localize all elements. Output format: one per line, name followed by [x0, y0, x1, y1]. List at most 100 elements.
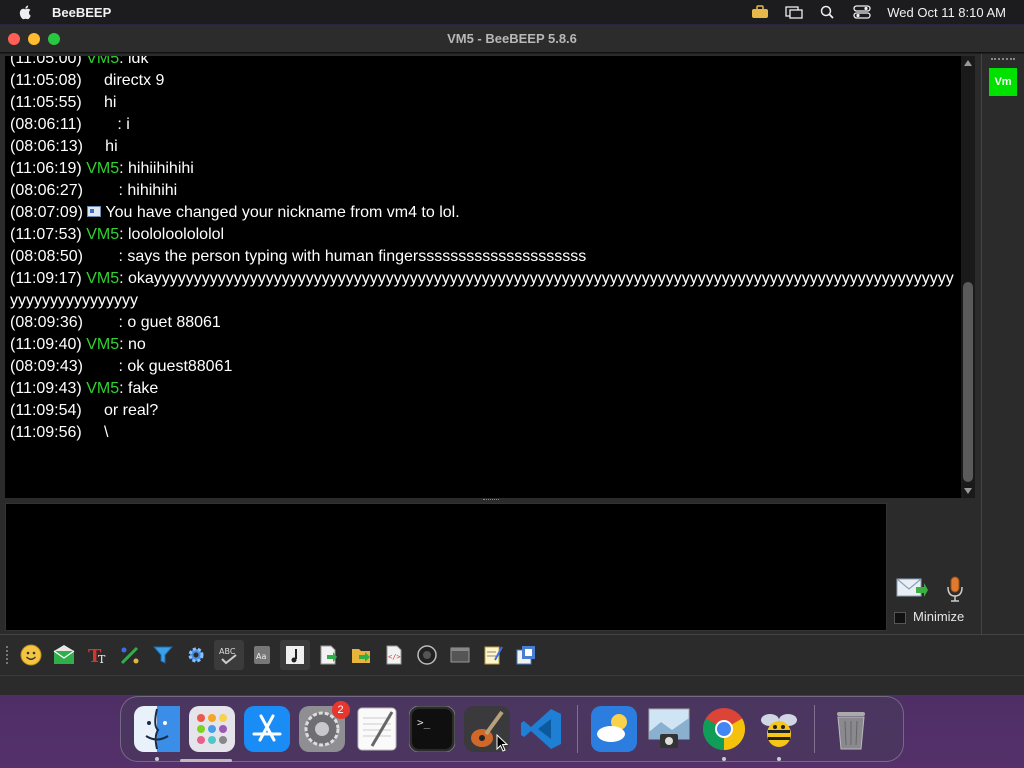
chat-scrollbar[interactable]: [961, 56, 975, 498]
window-content: (11:05:00) VM5: idk (11:05:08) directx 9(…: [0, 54, 1024, 695]
message-timestamp: (08:09:36): [10, 314, 83, 331]
dictionary-icon[interactable]: Aa: [247, 640, 277, 670]
running-indicator: [721, 757, 726, 761]
send-message-icon[interactable]: [896, 577, 928, 599]
message-text: : okayyyyyyyyyyyyyyyyyyyyyyyyyyyyyyyyyyy…: [10, 270, 954, 309]
system-settings-icon[interactable]: 2: [298, 701, 350, 752]
music-icon[interactable]: [280, 640, 310, 670]
message-timestamp: (11:09:40): [10, 336, 82, 353]
chat-message: (08:06:11) : i: [10, 114, 961, 136]
message-timestamp: (08:07:09): [10, 204, 83, 221]
app-store-icon[interactable]: [243, 706, 290, 752]
finder-icon[interactable]: [133, 706, 180, 761]
window-controls: [8, 33, 60, 45]
message-text: : o guet 88061: [87, 314, 221, 331]
message-timestamp: (11:05:00): [10, 56, 82, 67]
running-indicator: [776, 757, 781, 761]
font-icon[interactable]: TT: [82, 640, 112, 670]
message-text: : ok guest88061: [87, 358, 233, 375]
message-text: : loololoolololol: [119, 226, 225, 243]
running-indicator: [154, 757, 159, 761]
panel-grip-icon[interactable]: [991, 58, 1015, 61]
scroll-thumb[interactable]: [963, 282, 973, 482]
chat-message: (08:09:43) : ok guest88061: [10, 356, 961, 378]
message-input[interactable]: [5, 503, 887, 631]
chrome-icon[interactable]: [701, 706, 747, 761]
apple-icon[interactable]: [18, 4, 34, 20]
menubar-clock[interactable]: Wed Oct 11 8:10 AM: [887, 5, 1006, 20]
spellcheck-icon[interactable]: ABC: [214, 640, 244, 670]
message-text: \: [86, 424, 109, 441]
message-nickname[interactable]: VM5: [86, 56, 119, 67]
window-title: VM5 - BeeBEEP 5.8.6: [447, 31, 577, 46]
html-icon[interactable]: </>: [379, 640, 409, 670]
window-icon[interactable]: [445, 640, 475, 670]
message-text: : fake: [119, 380, 159, 397]
share-icon[interactable]: [511, 640, 541, 670]
message-timestamp: (11:09:43): [10, 380, 82, 397]
message-nickname[interactable]: VM5: [86, 226, 119, 243]
filter-icon[interactable]: [148, 640, 178, 670]
trash-icon[interactable]: [828, 706, 874, 752]
close-window-button[interactable]: [8, 33, 20, 45]
user-avatar-vm5[interactable]: Vm: [989, 68, 1017, 96]
color-icon[interactable]: [115, 640, 145, 670]
vscode-icon[interactable]: [519, 706, 565, 752]
control-center-icon[interactable]: [853, 5, 871, 19]
message-timestamp: (08:06:11): [10, 116, 82, 133]
svg-text:>_: >_: [417, 716, 431, 729]
textedit-icon[interactable]: [354, 706, 400, 752]
zoom-window-button[interactable]: [48, 33, 60, 45]
weather-icon[interactable]: [590, 706, 637, 752]
title-bar[interactable]: VM5 - BeeBEEP 5.8.6: [0, 25, 1024, 53]
message-nickname[interactable]: VM5: [86, 380, 119, 397]
message-nickname[interactable]: VM5: [86, 160, 119, 177]
preview-icon[interactable]: [646, 706, 692, 752]
status-bar: [0, 675, 1024, 695]
message-timestamp: (11:05:08): [10, 72, 82, 89]
notification-badge: 2: [331, 701, 350, 719]
message-text: : idk: [119, 56, 149, 67]
minimize-window-button[interactable]: [28, 33, 40, 45]
chat-message: (11:09:56) \: [10, 422, 961, 444]
screen-mirroring-icon[interactable]: [785, 5, 803, 19]
launchpad-icon[interactable]: [188, 706, 235, 752]
chat-message: (11:09:40) VM5: no: [10, 334, 961, 356]
chat-log[interactable]: (11:05:00) VM5: idk (11:05:08) directx 9(…: [5, 56, 961, 498]
emoticon-icon[interactable]: [16, 640, 46, 670]
message-text: : no: [119, 336, 146, 353]
settings-icon[interactable]: [181, 640, 211, 670]
chat-message: (11:07:53) VM5: loololoolololol: [10, 224, 961, 246]
beebeep-icon[interactable]: [756, 706, 802, 761]
chat-message: (11:05:00) VM5: idk: [10, 56, 961, 70]
message-timestamp: (08:06:13): [10, 138, 83, 155]
message-nickname[interactable]: VM5: [86, 336, 119, 353]
mail-icon[interactable]: [49, 640, 79, 670]
chat-message: (08:09:36) : o guet 88061: [10, 312, 961, 334]
chat-message: (11:06:19) VM5: hihiihihihi: [10, 158, 961, 180]
svg-text:</>: </>: [388, 653, 401, 661]
system-message-icon: [87, 206, 102, 217]
svg-text:ABC: ABC: [219, 647, 236, 656]
message-text: hi: [87, 138, 118, 155]
terminal-icon[interactable]: >_: [408, 706, 455, 752]
message-text: You have changed your nickname from vm4 …: [105, 204, 460, 221]
scroll-up-arrow-icon[interactable]: [964, 60, 972, 66]
file-icon[interactable]: [313, 640, 343, 670]
minimize-checkbox[interactable]: [894, 612, 906, 624]
scroll-down-arrow-icon[interactable]: [964, 488, 972, 494]
notes-icon[interactable]: [478, 640, 508, 670]
battery-bag-icon[interactable]: [751, 5, 769, 19]
screenshot-icon[interactable]: [412, 640, 442, 670]
message-nickname[interactable]: VM5: [86, 270, 119, 287]
message-timestamp: (08:06:27): [10, 182, 83, 199]
chat-message: (11:09:43) VM5: fake: [10, 378, 961, 400]
voice-message-icon[interactable]: [944, 575, 966, 603]
message-text: : hihihihi: [87, 182, 178, 199]
toolbar-grip-icon[interactable]: [6, 646, 10, 664]
spotlight-search-icon[interactable]: [819, 5, 837, 19]
beebeep-window: VM5 - BeeBEEP 5.8.6 (11:05:00) VM5: idk(…: [0, 25, 1024, 695]
chat-message: (11:05:08) directx 9: [10, 70, 961, 92]
folder-send-icon[interactable]: [346, 640, 376, 670]
app-menu-name[interactable]: BeeBEEP: [52, 5, 111, 20]
